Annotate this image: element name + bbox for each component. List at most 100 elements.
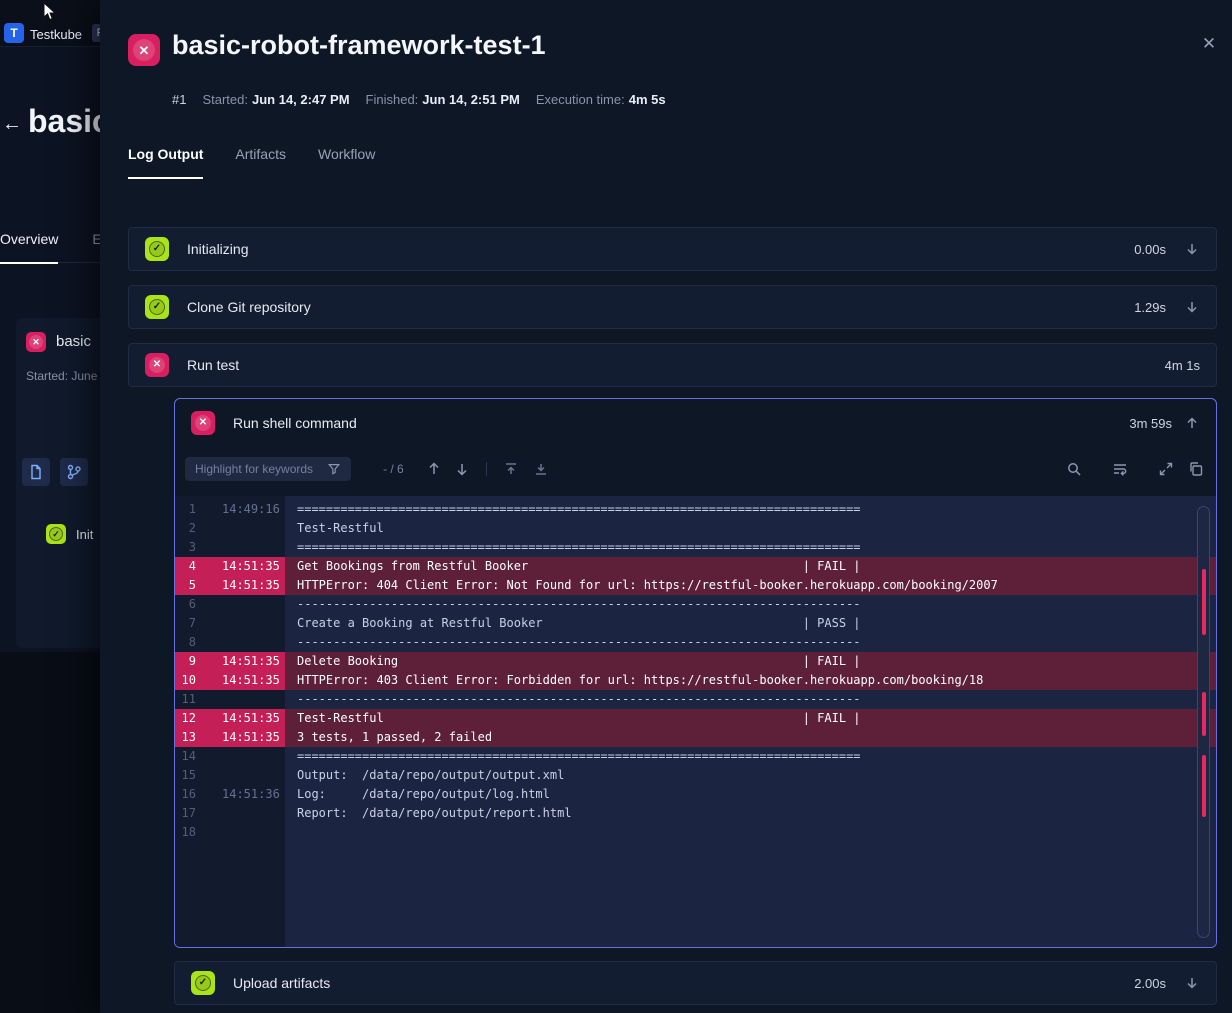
log-line-6: 6---------------------------------------… [175,595,1216,614]
background-step-label[interactable]: Init [76,527,93,542]
fullscreen-button[interactable] [1158,461,1174,477]
status-pass-icon: ✓ [145,237,169,261]
line-timestamp [200,747,285,766]
error-marker [1202,692,1206,736]
log-line-3: 3=======================================… [175,538,1216,557]
line-timestamp [200,823,285,842]
line-timestamp: 14:51:35 [200,557,285,576]
line-number: 13 [175,728,200,747]
log-line-15: 15Output: /data/repo/output/output.xml [175,766,1216,785]
line-text: Get Bookings from Restful Booker | FAIL … [285,557,1216,576]
chevron-down-icon[interactable] [1184,299,1200,315]
background-lower-panel [0,652,100,1013]
step-run-shell-command-panel: ✕ Run shell command 3m 59s Highlight for… [174,398,1217,948]
line-number: 4 [175,557,200,576]
tab-artifacts[interactable]: Artifacts [235,146,286,179]
line-number: 10 [175,671,200,690]
log-line-2: 2Test-Restful [175,519,1216,538]
highlight-keywords-placeholder: Highlight for keywords [195,462,313,476]
search-button[interactable] [1066,461,1082,477]
step-label: Run shell command [233,415,1129,431]
line-text: ========================================… [285,747,1216,766]
line-text: Log: /data/repo/output/log.html [285,785,1216,804]
line-text: Delete Booking | FAIL | [285,652,1216,671]
step-duration: 2.00s [1134,976,1166,991]
run-shell-command-header[interactable]: ✕ Run shell command 3m 59s [175,399,1216,447]
tab-workflow[interactable]: Workflow [318,146,375,179]
status-pass-icon: ✓ [145,295,169,319]
tab-log-output[interactable]: Log Output [128,146,203,179]
error-marker [1202,569,1206,635]
status-fail-icon: ✕ [191,411,215,435]
log-lines: 114:49:16===============================… [175,496,1216,842]
close-icon[interactable]: ✕ [1196,31,1222,57]
line-timestamp [200,538,285,557]
log-line-11: 11 --------------------------------------… [175,690,1216,709]
wrap-lines-button[interactable] [1112,461,1128,477]
step-initializing[interactable]: ✓ Initializing 0.00s [128,227,1217,271]
line-text: ----------------------------------------… [285,595,1216,614]
chevron-down-icon[interactable] [1184,975,1200,991]
step-run-test[interactable]: ✕ Run test 4m 1s [128,343,1217,387]
line-number: 11 [175,690,200,709]
file-icon-button[interactable] [22,458,50,486]
chevron-up-icon[interactable] [1184,415,1200,431]
next-match-button[interactable] [454,461,470,477]
log-line-17: 17Report: /data/repo/output/report.html [175,804,1216,823]
log-scrollbar[interactable] [1197,506,1210,938]
execution-drawer: ✕ basic-robot-framework-test-1 ✕ #1 Star… [100,0,1232,1013]
line-timestamp: 14:51:35 [200,728,285,747]
line-text: Create a Booking at Restful Booker | PAS… [285,614,1216,633]
log-line-5: 514:51:35HTTPError: 404 Client Error: No… [175,576,1216,595]
execution-card-title[interactable]: basic [56,333,91,350]
previous-match-button[interactable] [426,461,442,477]
log-line-9: 914:51:35Delete Booking | FAIL | [175,652,1216,671]
tab-overview[interactable]: Overview [0,231,58,264]
line-timestamp [200,614,285,633]
line-timestamp: 14:51:35 [200,709,285,728]
copy-logs-button[interactable] [1188,461,1204,477]
step-pass-icon: ✓ [46,524,66,544]
file-icon [28,464,44,480]
line-text: 3 tests, 1 passed, 2 failed [285,728,1216,747]
git-branch-icon-button[interactable] [60,458,88,486]
align-bottom-icon [533,461,549,477]
line-number: 12 [175,709,200,728]
error-marker [1202,755,1206,817]
line-timestamp [200,595,285,614]
line-text: Output: /data/repo/output/output.xml [285,766,1216,785]
step-upload-artifacts[interactable]: ✓ Upload artifacts 2.00s [174,961,1217,1005]
line-timestamp: 14:51:35 [200,652,285,671]
line-text: HTTPError: 404 Client Error: Not Found f… [285,576,1216,595]
line-text: ----------------------------------------… [285,690,1216,709]
line-timestamp [200,633,285,652]
back-arrow-icon[interactable]: ← [2,113,22,136]
line-timestamp: 14:51:35 [200,576,285,595]
execution-card-started: Started: June 1 [26,369,107,383]
line-timestamp [200,690,285,709]
line-number: 5 [175,576,200,595]
log-line-7: 7Create a Booking at Restful Booker | PA… [175,614,1216,633]
line-number: 16 [175,785,200,804]
started-value: Jun 14, 2:47 PM [252,92,350,107]
scroll-to-top-button[interactable] [503,461,519,477]
step-label: Run test [187,357,1165,373]
match-counter: - / 6 [383,462,404,476]
line-number: 2 [175,519,200,538]
highlight-keywords-input[interactable]: Highlight for keywords [185,457,351,481]
line-number: 8 [175,633,200,652]
app-name[interactable]: Testkube [30,27,82,42]
filter-funnel-icon[interactable] [327,462,341,476]
log-line-12: 1214:51:35Test-Restful | FAIL | [175,709,1216,728]
testkube-logo[interactable]: T [4,23,24,43]
chevron-down-icon[interactable] [1184,241,1200,257]
line-timestamp [200,804,285,823]
log-line-16: 1614:51:36Log: /data/repo/output/log.htm… [175,785,1216,804]
log-line-1: 114:49:16===============================… [175,500,1216,519]
copy-icon [1188,461,1204,477]
line-number: 14 [175,747,200,766]
wrap-lines-icon [1112,461,1128,477]
step-clone-git-repository[interactable]: ✓ Clone Git repository 1.29s [128,285,1217,329]
arrow-down-icon [454,461,470,477]
scroll-to-bottom-button[interactable] [533,461,549,477]
